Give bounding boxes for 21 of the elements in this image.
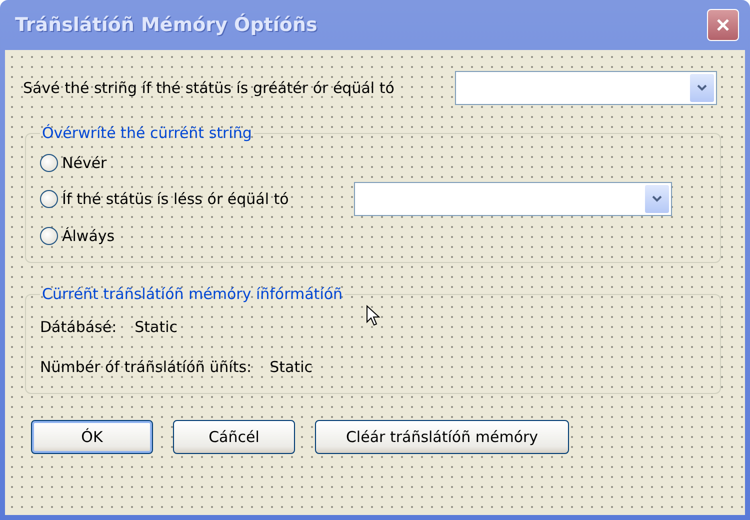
info-value: Static xyxy=(270,358,312,376)
info-value: Static xyxy=(134,318,178,336)
field-label: Sávé thé striñg íf thé státüs ís gréátér ór éqüál tó xyxy=(23,79,394,97)
dialog-button[interactable]: Cáñcél xyxy=(173,420,295,454)
dropdown[interactable] xyxy=(354,182,672,216)
dropdown[interactable] xyxy=(455,71,717,105)
chevron-down-icon xyxy=(697,84,707,92)
close-icon xyxy=(716,18,730,32)
radio-option[interactable]: Névér xyxy=(40,154,342,172)
info-label: Dátábásé: xyxy=(40,318,117,336)
info-label: Nümbér óf tráñslátíóñ üñíts: xyxy=(40,358,252,376)
group-title: Óvérwríté thé cürréñt striñg xyxy=(41,124,253,142)
window-title: Tráñslátíóñ Mémóry Óptíóñs xyxy=(15,14,318,36)
dialog-button[interactable]: Cléár tráñslátíóñ mémóry xyxy=(315,420,569,454)
mouse-pointer-icon xyxy=(366,305,380,327)
close-button[interactable] xyxy=(707,9,739,41)
group-title: Cürréñt tráñslátíóñ mémóry íñfórmátíóñ xyxy=(41,285,344,303)
radio-option[interactable]: Álwáys xyxy=(40,226,342,244)
dialog-button[interactable]: ÓK xyxy=(31,420,153,454)
chevron-down-icon xyxy=(652,194,662,202)
radio-option[interactable]: Íf thé státüs ís léss ór éqüál tó xyxy=(40,190,342,208)
